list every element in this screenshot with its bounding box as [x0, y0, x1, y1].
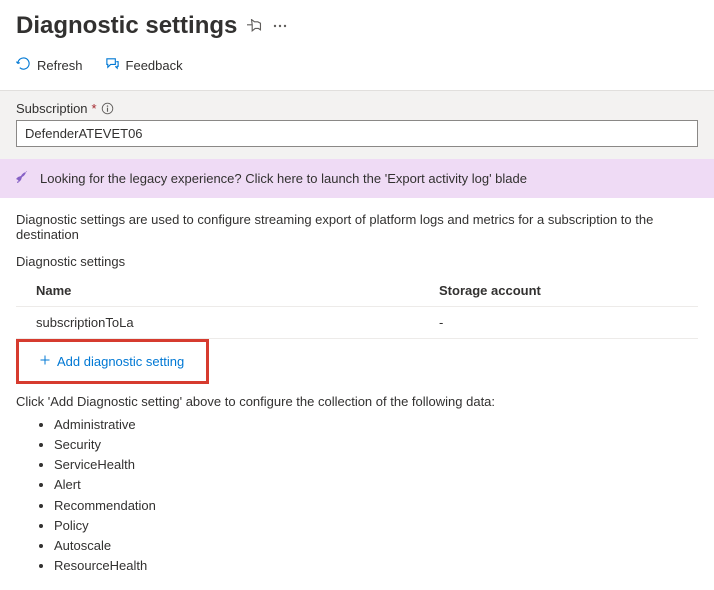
rocket-icon [14, 169, 30, 188]
add-link-label: Add diagnostic setting [57, 354, 184, 369]
subscription-label: Subscription * [16, 101, 698, 116]
add-diagnostic-setting-button[interactable]: Add diagnostic setting [16, 339, 209, 384]
list-item: Policy [54, 516, 698, 536]
list-item: Autoscale [54, 536, 698, 556]
toolbar: Refresh Feedback [0, 48, 714, 90]
required-indicator: * [92, 101, 97, 116]
table-header: Name Storage account [16, 275, 698, 307]
refresh-button[interactable]: Refresh [16, 56, 83, 74]
subscription-value: DefenderATEVET06 [25, 126, 143, 141]
refresh-icon [16, 56, 31, 74]
subscription-dropdown[interactable]: DefenderATEVET06 [16, 120, 698, 147]
list-item: Administrative [54, 415, 698, 435]
col-header-name: Name [36, 283, 439, 298]
page-header: Diagnostic settings [0, 0, 714, 48]
list-item: ServiceHealth [54, 455, 698, 475]
table-row[interactable]: subscriptionToLa - [16, 307, 698, 339]
list-item: ResourceHealth [54, 556, 698, 576]
instructions: Click 'Add Diagnostic setting' above to … [16, 394, 698, 409]
subscription-section: Subscription * DefenderATEVET06 [0, 90, 714, 159]
refresh-label: Refresh [37, 58, 83, 73]
cell-storage: - [439, 315, 678, 330]
page-title: Diagnostic settings [16, 12, 237, 40]
legacy-banner[interactable]: Looking for the legacy experience? Click… [0, 159, 714, 198]
section-label: Diagnostic settings [16, 254, 698, 269]
list-item: Security [54, 435, 698, 455]
col-header-storage: Storage account [439, 283, 678, 298]
banner-text: Looking for the legacy experience? Click… [40, 171, 527, 186]
feedback-icon [105, 56, 120, 74]
data-types-list: Administrative Security ServiceHealth Al… [16, 415, 698, 576]
settings-table: Name Storage account subscriptionToLa - … [16, 275, 698, 384]
feedback-label: Feedback [126, 58, 183, 73]
main-content: Diagnostic settings are used to configur… [0, 198, 714, 590]
feedback-button[interactable]: Feedback [105, 56, 183, 74]
plus-icon [39, 354, 51, 369]
cell-name: subscriptionToLa [36, 315, 439, 330]
info-icon[interactable] [101, 102, 114, 115]
more-icon[interactable] [272, 18, 288, 34]
list-item: Alert [54, 475, 698, 495]
list-item: Recommendation [54, 496, 698, 516]
pin-icon[interactable] [247, 19, 262, 34]
description: Diagnostic settings are used to configur… [16, 212, 698, 242]
